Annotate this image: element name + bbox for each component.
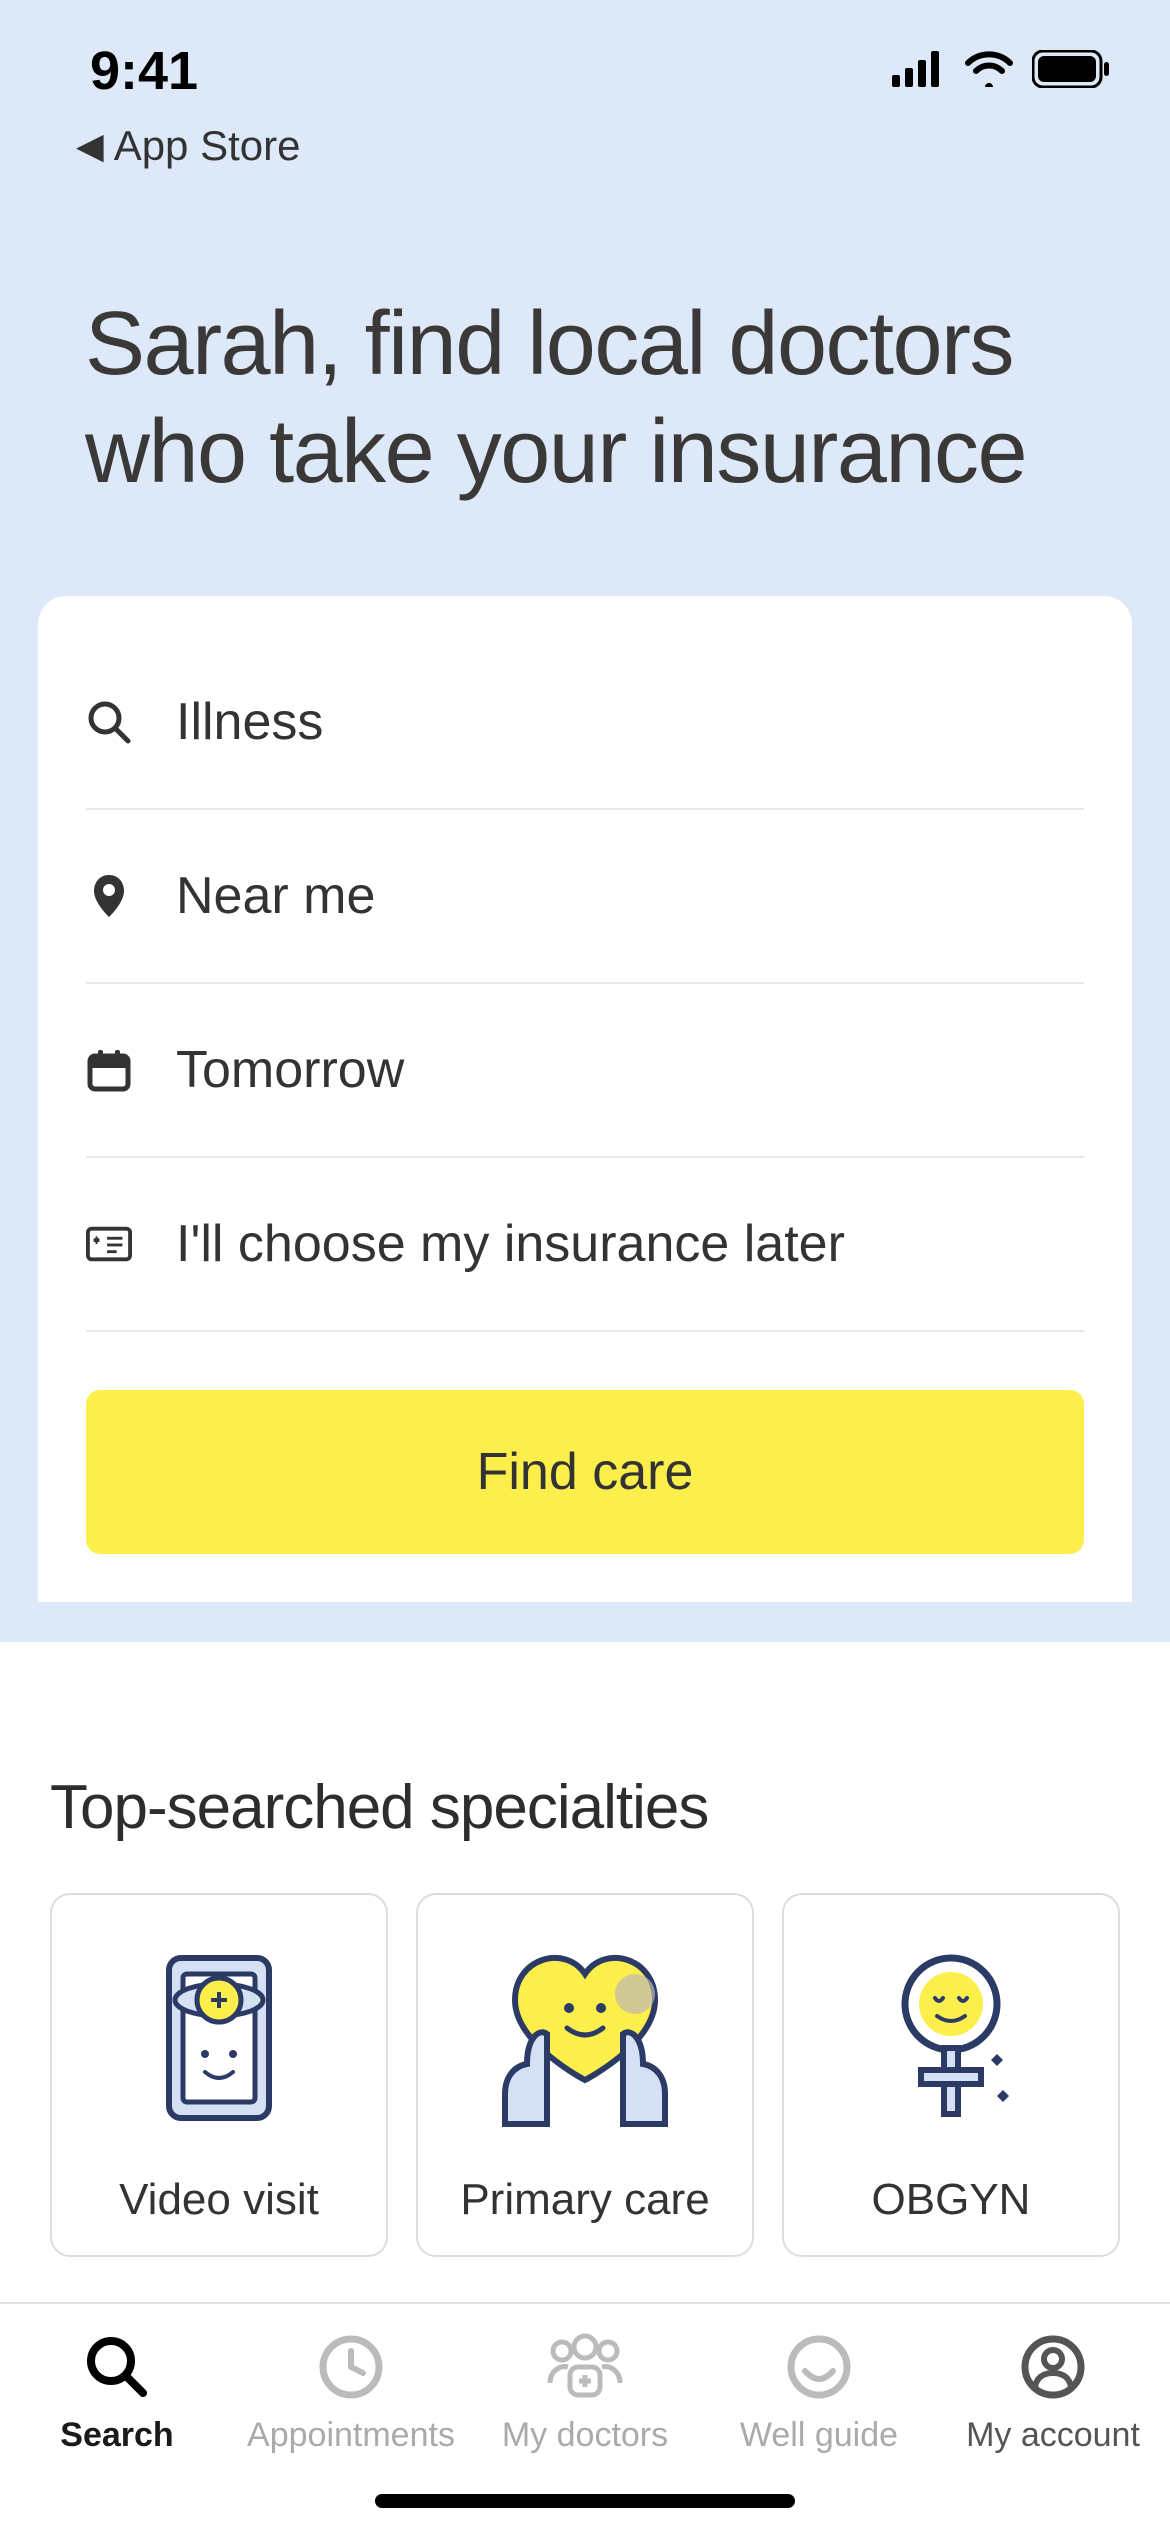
- tab-label: My account: [966, 2416, 1140, 2455]
- back-to-appstore-link[interactable]: ◀ App Store: [0, 102, 1170, 170]
- search-icon: [81, 2330, 153, 2404]
- search-card: Illness Near me Tomorrow: [38, 596, 1132, 1602]
- page-title: Sarah, find local doctors who take your …: [0, 170, 1170, 596]
- specialties-heading: Top-searched specialties: [0, 1642, 1170, 1893]
- location-pin-icon: [86, 873, 132, 919]
- video-visit-illustration-icon: [139, 1939, 299, 2139]
- search-location-row[interactable]: Near me: [86, 810, 1084, 984]
- specialties-row: Video visit Primary care: [0, 1893, 1170, 2257]
- search-query-value: Illness: [176, 692, 323, 752]
- account-icon: [1019, 2330, 1087, 2404]
- tab-label: My doctors: [502, 2416, 668, 2455]
- tab-my-doctors[interactable]: My doctors: [468, 2330, 702, 2455]
- status-time: 9:41: [90, 40, 198, 102]
- search-date-row[interactable]: Tomorrow: [86, 984, 1084, 1158]
- search-icon: [86, 699, 132, 745]
- wifi-icon: [964, 51, 1014, 92]
- doctors-group-icon: [540, 2330, 630, 2404]
- search-date-value: Tomorrow: [176, 1040, 404, 1100]
- tab-well-guide[interactable]: Well guide: [702, 2330, 936, 2455]
- specialty-card-obgyn[interactable]: OBGYN: [782, 1893, 1120, 2257]
- status-icons: [892, 50, 1110, 93]
- search-insurance-row[interactable]: I'll choose my insurance later: [86, 1158, 1084, 1332]
- battery-icon: [1032, 50, 1110, 93]
- insurance-card-icon: [86, 1226, 132, 1262]
- tab-label: Appointments: [247, 2416, 455, 2455]
- obgyn-illustration-icon: [871, 1939, 1031, 2139]
- primary-care-illustration-icon: [485, 1939, 685, 2139]
- tab-appointments[interactable]: Appointments: [234, 2330, 468, 2455]
- tab-my-account[interactable]: My account: [936, 2330, 1170, 2455]
- calendar-icon: [86, 1048, 132, 1092]
- tab-label: Well guide: [740, 2416, 898, 2455]
- find-care-button[interactable]: Find care: [86, 1390, 1084, 1554]
- specialty-label: OBGYN: [872, 2175, 1031, 2225]
- hero-section: 9:41: [0, 0, 1170, 1642]
- specialty-label: Video visit: [119, 2175, 319, 2225]
- specialty-card-video-visit[interactable]: Video visit: [50, 1893, 388, 2257]
- status-bar: 9:41: [0, 0, 1170, 102]
- smile-icon: [785, 2330, 853, 2404]
- search-query-row[interactable]: Illness: [86, 636, 1084, 810]
- back-caret-icon: ◀: [76, 125, 104, 167]
- tab-search[interactable]: Search: [0, 2330, 234, 2455]
- cellular-signal-icon: [892, 51, 946, 92]
- back-link-label: App Store: [114, 122, 301, 170]
- tab-label: Search: [60, 2416, 173, 2455]
- specialty-label: Primary care: [460, 2175, 709, 2225]
- clock-icon: [317, 2330, 385, 2404]
- search-insurance-value: I'll choose my insurance later: [176, 1214, 845, 1274]
- home-indicator[interactable]: [375, 2494, 795, 2508]
- search-location-value: Near me: [176, 866, 375, 926]
- specialty-card-primary-care[interactable]: Primary care: [416, 1893, 754, 2257]
- find-care-button-label: Find care: [477, 1443, 694, 1501]
